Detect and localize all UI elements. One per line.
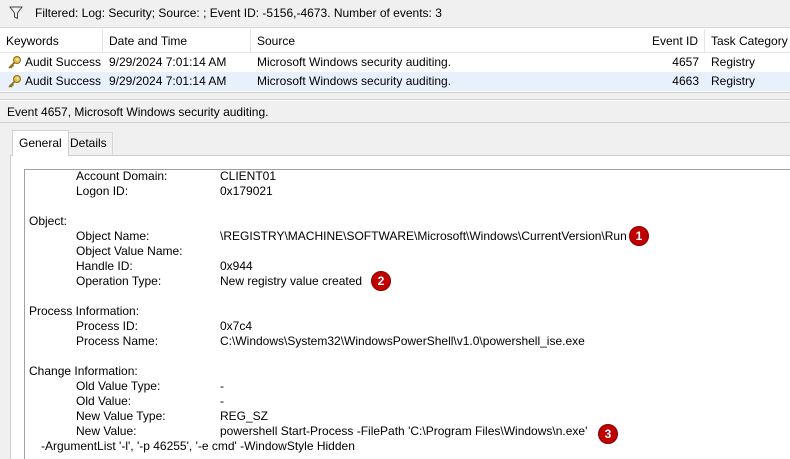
key-icon	[8, 56, 21, 69]
filter-text: Filtered: Log: Security; Source: ; Event…	[35, 6, 442, 20]
new-value-type-label: New Value Type:	[76, 409, 166, 423]
row-task-category: Registry	[711, 55, 756, 69]
row-keywords: Audit Success	[25, 55, 102, 69]
row-datetime: 9/29/2024 7:01:14 AM	[109, 74, 227, 88]
new-value-value: powershell Start-Process -FilePath 'C:\P…	[220, 424, 588, 438]
tab-details[interactable]: Details	[64, 132, 113, 155]
row-task-category: Registry	[711, 74, 756, 88]
filter-icon	[9, 6, 23, 20]
old-value-type-value: -	[220, 379, 224, 393]
filter-bar: Filtered: Log: Security; Source: ; Event…	[0, 0, 790, 28]
process-name-label: Process Name:	[76, 334, 159, 348]
process-id-value: 0x7c4	[220, 319, 253, 333]
logon-id-value: 0x179021	[220, 184, 273, 198]
column-source[interactable]: Source	[251, 29, 478, 53]
row-event-id: 4663	[672, 74, 699, 88]
operation-type-value: New registry value created	[220, 274, 363, 288]
key-icon	[8, 75, 21, 88]
handle-id-value: 0x944	[220, 259, 253, 273]
event-list: Keywords Date and Time Source Event ID T…	[0, 29, 790, 91]
object-header: Object:	[29, 214, 68, 228]
logon-id-label: Logon ID:	[76, 184, 129, 198]
table-row[interactable]: Audit Success 9/29/2024 7:01:14 AM Micro…	[0, 53, 790, 72]
process-header: Process Information:	[29, 304, 140, 318]
handle-id-label: Handle ID:	[76, 259, 133, 273]
old-value-value: -	[220, 394, 224, 408]
event-title-bar: Event 4657, Microsoft Windows security a…	[0, 101, 790, 123]
row-keywords: Audit Success	[25, 74, 102, 88]
table-row[interactable]: Audit Success 9/29/2024 7:01:14 AM Micro…	[0, 72, 790, 91]
event-list-header: Keywords Date and Time Source Event ID T…	[0, 29, 790, 53]
new-value-label: New Value:	[76, 424, 137, 438]
row-event-id: 4657	[672, 55, 699, 69]
column-task-category[interactable]: Task Category	[705, 29, 790, 53]
new-value-continuation: -ArgumentList '-l', '-p 46255', '-e cmd'…	[41, 439, 355, 453]
old-value-type-label: Old Value Type:	[76, 379, 161, 393]
process-name-value: C:\Windows\System32\WindowsPowerShell\v1…	[220, 334, 585, 348]
new-value-type-value: REG_SZ	[220, 409, 269, 423]
column-event-id[interactable]: Event ID	[478, 29, 705, 53]
annotation-marker-2: 2	[371, 271, 391, 291]
row-source: Microsoft Windows security auditing.	[257, 74, 452, 88]
object-name-label: Object Name:	[76, 229, 150, 243]
tab-general[interactable]: General	[12, 130, 69, 156]
column-date-time[interactable]: Date and Time	[103, 29, 251, 53]
column-keywords[interactable]: Keywords	[0, 29, 103, 53]
object-value-name-label: Object Value Name:	[76, 244, 183, 258]
annotation-marker-3: 3	[598, 424, 618, 444]
row-datetime: 9/29/2024 7:01:14 AM	[109, 55, 227, 69]
object-name-value: \REGISTRY\MACHINE\SOFTWARE\Microsoft\Win…	[220, 229, 627, 243]
process-id-label: Process ID:	[76, 319, 139, 333]
annotation-marker-1: 1	[629, 226, 649, 246]
operation-type-label: Operation Type:	[76, 274, 162, 288]
event-description[interactable]: Account Domain: CLIENT01 Logon ID: 0x179…	[24, 169, 790, 459]
pane-splitter[interactable]	[0, 92, 790, 100]
account-domain-value: CLIENT01	[220, 169, 277, 183]
event-title: Event 4657, Microsoft Windows security a…	[7, 105, 269, 119]
row-source: Microsoft Windows security auditing.	[257, 55, 452, 69]
account-domain-label: Account Domain:	[76, 169, 168, 183]
old-value-label: Old Value:	[76, 394, 132, 408]
change-header: Change Information:	[29, 364, 138, 378]
